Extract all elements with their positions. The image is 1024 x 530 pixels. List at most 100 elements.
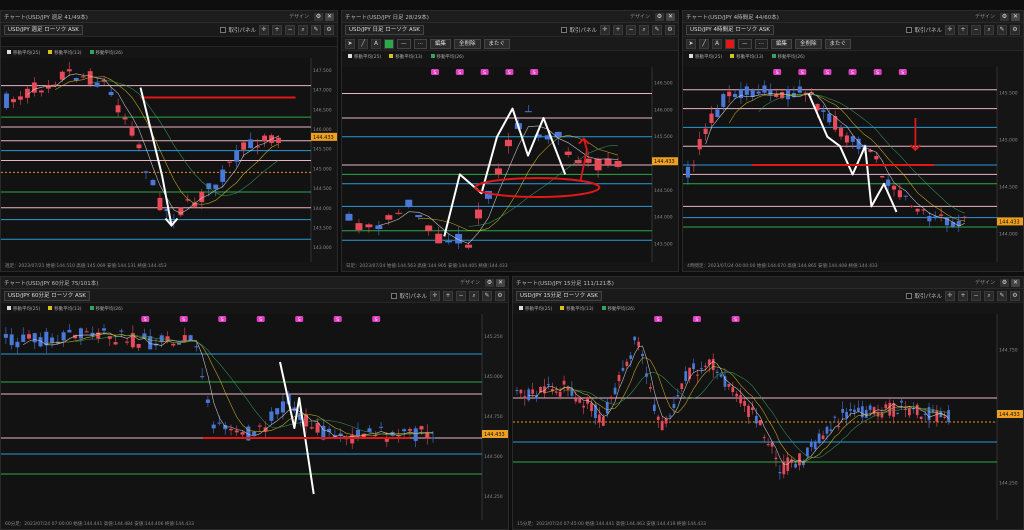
close-icon[interactable]: ✕ [496, 278, 505, 287]
search-icon[interactable]: ⌕ [984, 24, 994, 35]
candle [758, 420, 762, 426]
price-chart[interactable]: 144.750144.500144.250SSS144.433 [513, 314, 1024, 522]
price-chart[interactable]: 147.500 147.000 146.500 146.000 145.500 145.0… [1, 58, 338, 263]
settings-icon[interactable]: ⚙ [324, 24, 334, 35]
cursor-icon[interactable]: ➤ [686, 38, 696, 49]
pen-icon[interactable]: ✎ [482, 290, 492, 301]
pen-icon[interactable]: ✎ [311, 24, 321, 35]
gear-icon[interactable]: ⚙ [314, 12, 323, 21]
zoom-out-icon[interactable]: − [626, 24, 636, 35]
symbol-select[interactable]: USD/JPY 日足 ローソク ASK [345, 24, 424, 35]
crosshair-icon[interactable]: ✛ [945, 290, 955, 301]
price-chart[interactable]: 146.500146.000145.500145.000144.500144.0… [342, 67, 679, 263]
search-icon[interactable]: ⌕ [469, 290, 479, 301]
zoom-in-icon[interactable]: + [613, 24, 623, 35]
candle [950, 222, 955, 228]
line-tool-icon[interactable]: ╱ [699, 38, 709, 49]
close-icon[interactable]: ✕ [1011, 12, 1020, 21]
candle [205, 399, 210, 403]
gear-icon[interactable]: ⚙ [485, 278, 494, 287]
crosshair-icon[interactable]: ✛ [259, 24, 269, 35]
trade-panel-checkbox[interactable]: 取引パネル [906, 26, 942, 34]
search-icon[interactable]: ⌕ [984, 290, 994, 301]
line-width-select[interactable]: — [397, 38, 411, 49]
candle [248, 139, 254, 149]
price-chart[interactable]: 145.500 145.000 144.500 144.000 S S S S S S 144.43… [683, 67, 1024, 263]
chart-panel-15m[interactable]: チャート(USD/JPY 15分足 111/121本) デザイン ⚙ ✕ USD… [512, 276, 1024, 530]
trade-panel-checkbox[interactable]: 取引パネル [220, 26, 256, 34]
candle [494, 168, 502, 175]
symbol-select[interactable]: USD/JPY 4時間足 ローソク ASK [686, 24, 774, 35]
candle [546, 384, 550, 386]
text-tool-icon[interactable]: A [371, 38, 381, 49]
price-chart[interactable]: 145.250 145.000 144.750 144.500 144.250 S S S S S… [1, 314, 509, 522]
candle [739, 395, 743, 404]
symbol-select[interactable]: USD/JPY 週足 ローソク ASK [4, 24, 83, 35]
zoom-out-icon[interactable]: − [971, 24, 981, 35]
zoom-in-icon[interactable]: + [958, 290, 968, 301]
settings-icon[interactable]: ⚙ [495, 290, 505, 301]
span-button[interactable]: またぐ [483, 38, 511, 49]
design-label[interactable]: デザイン [975, 13, 995, 20]
pen-icon[interactable]: ✎ [997, 24, 1007, 35]
edit-button[interactable]: 編集 [430, 38, 452, 49]
candle [915, 208, 920, 212]
symbol-select[interactable]: USD/JPY 15分足 ローソク ASK [516, 290, 602, 301]
close-icon[interactable]: ✕ [666, 12, 675, 21]
color-picker-icon[interactable] [725, 38, 735, 49]
delete-all-button[interactable]: 全削除 [454, 38, 481, 49]
line-width-select[interactable]: — [738, 38, 752, 49]
gear-icon[interactable]: ⚙ [655, 12, 664, 21]
chart-panel-weekly[interactable]: チャート(USD/JPY 週足 41/49本) デザイン ⚙ ✕ USD/JPY… [0, 10, 338, 272]
color-picker-icon[interactable] [384, 38, 394, 49]
text-tool-icon[interactable]: A [712, 38, 722, 49]
zoom-in-icon[interactable]: + [958, 24, 968, 35]
design-label[interactable]: デザイン [460, 279, 480, 286]
crosshair-icon[interactable]: ✛ [600, 24, 610, 35]
pen-icon[interactable]: ✎ [997, 290, 1007, 301]
close-icon[interactable]: ✕ [325, 12, 334, 21]
line-style-select[interactable]: ⋯ [413, 38, 427, 49]
settings-icon[interactable]: ⚙ [665, 24, 675, 35]
overview-strip[interactable] [1, 37, 337, 47]
cursor-icon[interactable]: ➤ [345, 38, 355, 49]
axis-label: 145.000 [484, 374, 503, 380]
crosshair-icon[interactable]: ✛ [945, 24, 955, 35]
search-icon[interactable]: ⌕ [298, 24, 308, 35]
design-label[interactable]: デザイン [289, 13, 309, 20]
chart-panel-daily[interactable]: チャート(USD/JPY 日足 28/29本) デザイン ⚙ ✕ USD/JPY… [341, 10, 679, 272]
candle [11, 99, 16, 103]
trade-panel-checkbox[interactable]: 取引パネル [906, 292, 942, 300]
pen-icon[interactable]: ✎ [652, 24, 662, 35]
search-icon[interactable]: ⌕ [639, 24, 649, 35]
close-icon[interactable]: ✕ [1011, 278, 1020, 287]
trade-panel-checkbox[interactable]: 取引パネル [561, 26, 597, 34]
chart-panel-60m[interactable]: チャート(USD/JPY 60分足 75/101本) デザイン ⚙ ✕ USD/… [0, 276, 509, 530]
zoom-in-icon[interactable]: + [443, 290, 453, 301]
zoom-in-icon[interactable]: + [272, 24, 282, 35]
span-button[interactable]: またぐ [824, 38, 852, 49]
zoom-out-icon[interactable]: − [456, 290, 466, 301]
delete-all-button[interactable]: 全削除 [795, 38, 822, 49]
zoom-out-icon[interactable]: − [285, 24, 295, 35]
line-tool-icon[interactable]: ╱ [358, 38, 368, 49]
design-label[interactable]: デザイン [975, 279, 995, 286]
settings-icon[interactable]: ⚙ [1010, 290, 1020, 301]
gear-icon[interactable]: ⚙ [1000, 278, 1009, 287]
candle [696, 374, 699, 376]
axis-label: 145.000 [313, 166, 332, 172]
chart-panel-4h[interactable]: チャート(USD/JPY 4時間足 44/60本) デザイン ⚙ ✕ USD/J… [682, 10, 1024, 272]
edit-button[interactable]: 編集 [771, 38, 793, 49]
symbol-select[interactable]: USD/JPY 60分足 ローソク ASK [4, 290, 90, 301]
candle [962, 216, 967, 218]
design-label[interactable]: デザイン [630, 13, 650, 20]
zoom-out-icon[interactable]: − [971, 290, 981, 301]
crosshair-icon[interactable]: ✛ [430, 290, 440, 301]
trade-panel-checkbox[interactable]: 取引パネル [391, 292, 427, 300]
trade-panel-label: 取引パネル [914, 27, 942, 34]
signal-marker-label: S [801, 70, 804, 76]
settings-icon[interactable]: ⚙ [1010, 24, 1020, 35]
gear-icon[interactable]: ⚙ [1000, 12, 1009, 21]
candle [844, 135, 849, 143]
line-style-select[interactable]: ⋯ [754, 38, 768, 49]
